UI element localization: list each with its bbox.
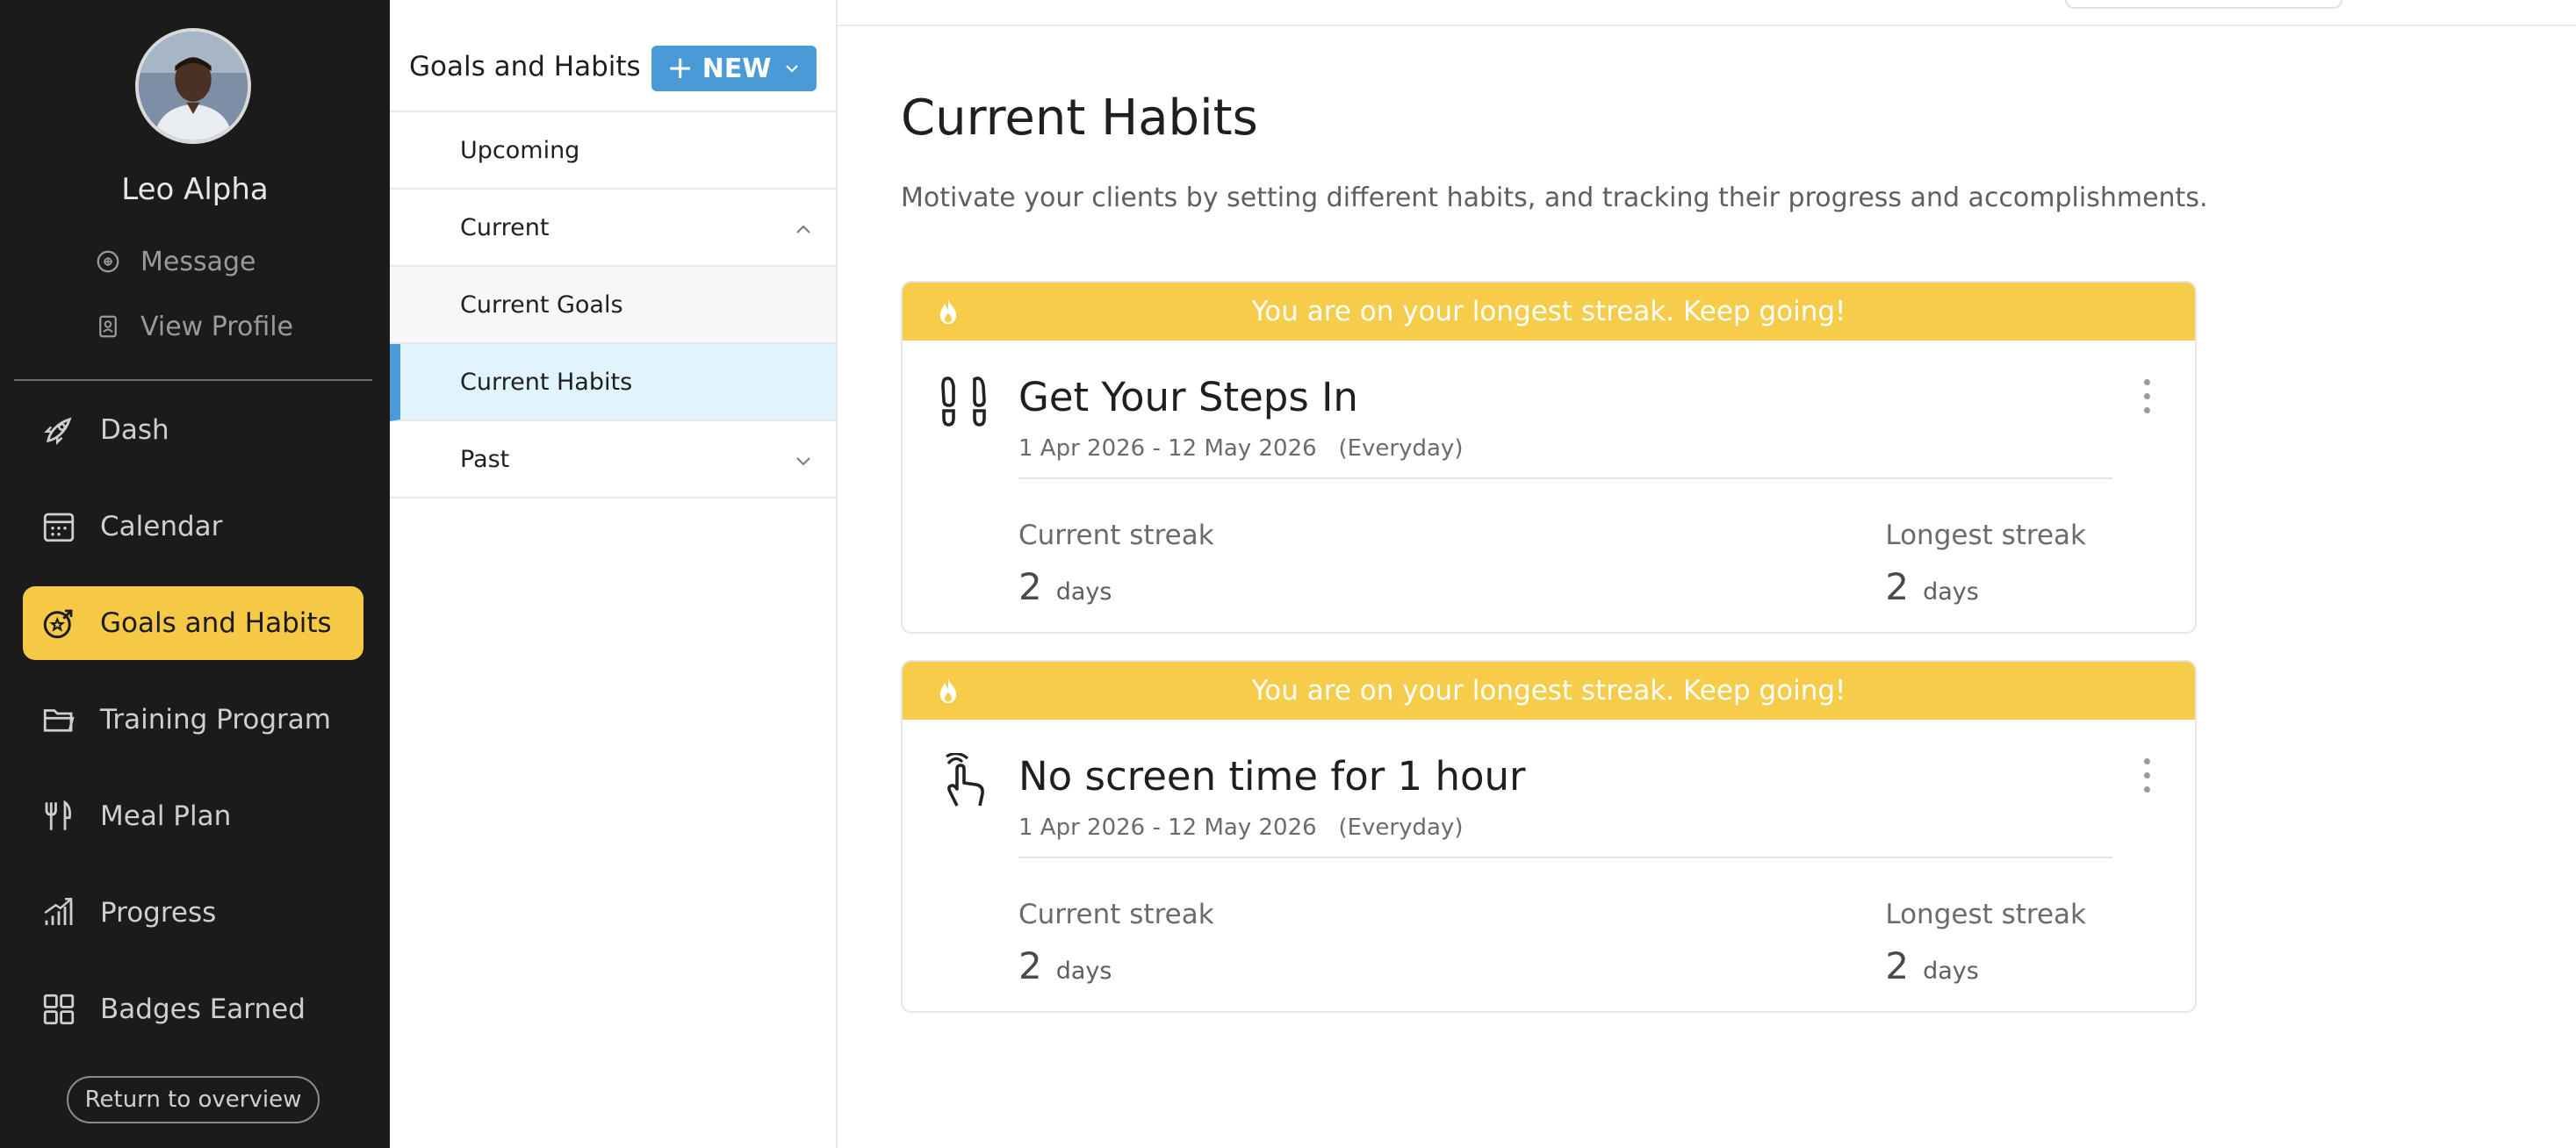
flame-icon [939,678,957,704]
nav-label-dash: Dash [100,414,169,446]
chat-icon [97,250,119,273]
longest-streak: Longest streak 2 days [1885,899,2086,987]
habit-date-range: 1 Apr 2026 - 12 May 2026 (Everyday) [1018,814,1463,841]
subnav-label-past: Past [460,445,510,473]
chevron-up-icon [796,225,810,233]
chevron-down-icon [786,65,799,73]
subnav-header: Goals and Habits + NEW [390,26,838,112]
subnav-item-current-habits[interactable]: Current Habits [390,344,836,421]
growth-chart-icon [44,898,73,925]
subnav-title: Goals and Habits [409,51,641,83]
message-label: Message [140,246,256,277]
nav-label-goals-and-habits: Goals and Habits [100,607,332,639]
nav-item-meal-plan[interactable]: Meal Plan [23,779,363,853]
habit-frequency: (Everyday) [1338,435,1464,462]
habit-dates: 1 Apr 2026 - 12 May 2026 [1018,435,1317,462]
client-name: Leo Alpha [121,172,269,207]
more-options-icon[interactable] [2141,379,2153,421]
avatar[interactable] [135,28,251,144]
nav-label-training-program: Training Program [100,704,331,735]
habit-card: You are on your longest streak. Keep goi… [901,281,2197,634]
nav-label-meal-plan: Meal Plan [100,800,232,832]
avatar-photo [139,32,248,140]
current-streak-label: Current streak [1018,899,1214,930]
rocket-icon [44,417,72,445]
top-search-field[interactable] [2065,0,2342,9]
top-bar [838,0,2576,26]
footprints-icon [941,377,986,427]
nav-label-calendar: Calendar [100,511,223,542]
nav-item-calendar[interactable]: Calendar [23,490,363,563]
nav-label-progress: Progress [100,897,217,929]
nav-item-training-program[interactable]: Training Program [23,683,363,757]
new-button-label: NEW [702,53,772,84]
habit-divider [1018,477,2112,479]
subnav-item-current[interactable]: Current [390,190,836,267]
habit-card: You are on your longest streak. Keep goi… [901,660,2197,1013]
plus-icon: + [666,50,694,86]
subnav-item-upcoming[interactable]: Upcoming [390,112,836,190]
current-streak-unit: days [1055,578,1112,606]
sidebar: Leo Alpha Message View Profile Dash Cale… [0,0,390,1148]
subnav-label-upcoming: Upcoming [460,136,580,164]
goals-habits-subnav: Goals and Habits + NEW Upcoming Current … [390,0,838,1148]
streak-banner-text: You are on your longest streak. Keep goi… [1251,296,1846,327]
return-to-overview-button[interactable]: Return to overview [67,1076,320,1123]
target-star-icon [43,609,73,639]
nav-item-badges-earned[interactable]: Badges Earned [23,972,363,1046]
folder-icon [43,709,75,732]
fork-knife-icon [45,800,71,830]
longest-streak-unit: days [1923,958,1979,985]
current-streak-value: 2 [1018,944,1042,987]
view-profile-label: View Profile [140,311,294,342]
flame-icon [939,298,957,325]
habit-dates: 1 Apr 2026 - 12 May 2026 [1018,814,1317,841]
finger-tap-icon [946,753,984,807]
longest-streak-unit: days [1923,578,1979,606]
longest-streak-label: Longest streak [1885,899,2086,930]
subnav-item-past[interactable]: Past [390,421,836,499]
nav-item-goals-and-habits[interactable]: Goals and Habits [23,586,363,660]
habit-date-range: 1 Apr 2026 - 12 May 2026 (Everyday) [1018,435,1463,462]
longest-streak-value: 2 [1885,944,1910,987]
longest-streak-label: Longest streak [1885,520,2086,551]
page-description: Motivate your clients by setting differe… [901,183,2208,213]
sidebar-divider [14,379,372,381]
habit-divider [1018,857,2112,858]
habit-title: No screen time for 1 hour [1018,753,1526,800]
longest-streak: Longest streak 2 days [1885,520,2086,608]
streak-banner-text: You are on your longest streak. Keep goi… [1251,675,1846,707]
grid-icon [43,994,75,1025]
current-streak-value: 2 [1018,565,1042,608]
message-link[interactable]: Message [95,240,255,283]
nav-label-badges-earned: Badges Earned [100,994,306,1025]
current-streak-unit: days [1055,958,1112,985]
new-button[interactable]: + NEW [651,46,817,91]
current-streak-label: Current streak [1018,520,1214,551]
streak-banner: You are on your longest streak. Keep goi… [903,283,2195,341]
profile-card-icon [99,315,117,338]
nav-item-progress[interactable]: Progress [23,876,363,950]
current-streak: Current streak 2 days [1018,520,1214,608]
subnav-item-current-goals[interactable]: Current Goals [390,267,836,344]
chevron-down-icon [796,457,810,466]
page-title: Current Habits [901,90,1258,147]
subnav-label-current: Current [460,213,550,241]
habit-frequency: (Everyday) [1338,814,1464,841]
longest-streak-value: 2 [1885,565,1910,608]
streak-banner: You are on your longest streak. Keep goi… [903,662,2195,720]
current-streak: Current streak 2 days [1018,899,1214,987]
more-options-icon[interactable] [2141,758,2153,800]
calendar-icon [43,513,75,542]
habit-title: Get Your Steps In [1018,374,1358,420]
subnav-label-current-goals: Current Goals [460,291,623,319]
nav-item-dash[interactable]: Dash [23,393,363,467]
view-profile-link[interactable]: View Profile [95,305,293,348]
subnav-label-current-habits: Current Habits [460,368,633,396]
